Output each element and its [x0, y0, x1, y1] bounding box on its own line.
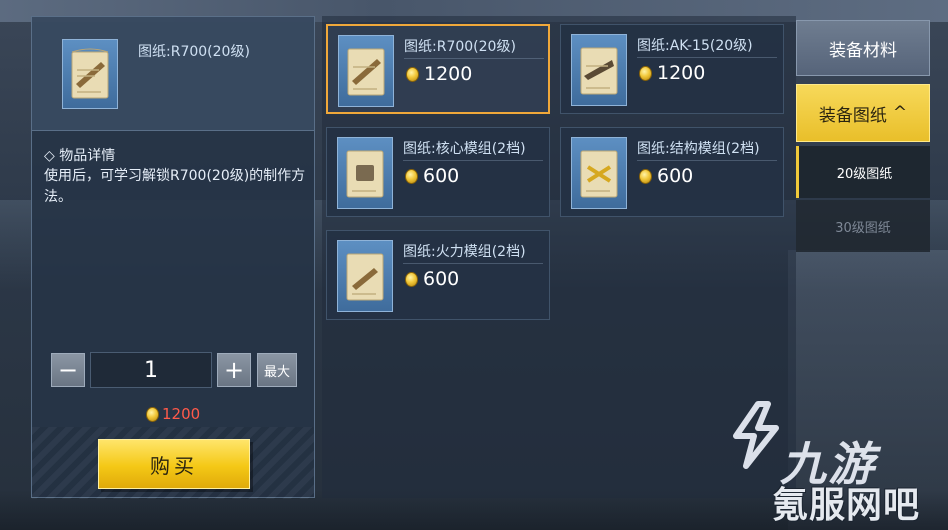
blueprint-scroll-icon [337, 240, 393, 312]
shop-item-card[interactable]: 图纸:核心模组(2档) 600 [326, 127, 550, 217]
sub-tab-level-30[interactable]: 30级图纸 [796, 200, 930, 252]
total-cost-value: 1200 [162, 405, 201, 423]
shop-item-card[interactable]: 图纸:AK-15(20级) 1200 [560, 24, 784, 114]
tab-equipment-materials[interactable]: 装备材料 [796, 20, 930, 76]
item-detail-header: 图纸:R700(20级) [32, 17, 314, 131]
gold-coin-icon [146, 406, 159, 422]
shop-item-price-value: 1200 [424, 63, 473, 85]
shop-item-name: 图纸:R700(20级) [404, 39, 516, 55]
quantity-field[interactable]: 1 [90, 352, 212, 388]
card-divider [637, 57, 777, 58]
shop-item-price-value: 600 [423, 165, 460, 187]
buy-button[interactable]: 购买 [98, 439, 250, 489]
shop-item-price: 1200 [639, 62, 705, 84]
card-divider [404, 58, 544, 59]
shop-item-price-value: 600 [657, 165, 694, 187]
shop-item-name: 图纸:AK-15(20级) [637, 38, 753, 54]
blueprint-scroll-icon [571, 137, 627, 209]
blueprint-shop-grid: 图纸:R700(20级) 1200 图纸:AK-15(20级) 1200 图纸:… [322, 16, 796, 498]
shop-item-card[interactable]: 图纸:结构模组(2档) 600 [560, 127, 784, 217]
category-tabs: 装备材料 装备图纸 ^ 20级图纸 30级图纸 [796, 16, 932, 256]
shop-item-price: 600 [405, 165, 459, 187]
shop-item-name: 图纸:结构模组(2档) [637, 141, 760, 157]
item-title: 图纸:R700(20级) [138, 44, 250, 60]
item-description: 使用后，可学习解锁R700(20级)的制作方法。 [44, 168, 306, 205]
item-detail-panel: 图纸:R700(20级) ◇ 物品详情 使用后，可学习解锁R700(20级)的制… [31, 16, 315, 499]
blueprint-scroll-icon [62, 39, 118, 109]
shop-item-price: 1200 [406, 63, 472, 85]
chevron-up-icon: ^ [892, 103, 908, 123]
shop-item-price-value: 1200 [657, 62, 706, 84]
shop-item-card[interactable]: 图纸:火力模组(2档) 600 [326, 230, 550, 320]
tab-blueprints-label: 装备图纸 [818, 105, 887, 126]
quantity-max-button[interactable]: 最大 [257, 353, 297, 387]
quantity-increase-button[interactable]: + [217, 353, 251, 387]
gold-coin-icon [405, 168, 418, 184]
card-divider [403, 263, 543, 264]
card-divider [637, 160, 777, 161]
tab-equipment-blueprints[interactable]: 装备图纸 ^ [796, 84, 930, 142]
shop-item-price: 600 [405, 268, 459, 290]
shop-item-card[interactable]: 图纸:R700(20级) 1200 [326, 24, 550, 114]
watermark-site: 氪服网吧 [772, 485, 921, 526]
watermark-logo-icon [733, 401, 779, 469]
item-details-label: ◇ 物品详情 [44, 148, 116, 164]
shop-item-name: 图纸:核心模组(2档) [403, 141, 526, 157]
card-divider [403, 160, 543, 161]
blueprint-scroll-icon [338, 35, 394, 107]
gold-coin-icon [639, 65, 652, 81]
gold-coin-icon [639, 168, 652, 184]
blueprint-scroll-icon [571, 34, 627, 106]
shop-item-price-value: 600 [423, 268, 460, 290]
sub-tab-level-20[interactable]: 20级图纸 [796, 146, 930, 198]
shop-item-name: 图纸:火力模组(2档) [403, 244, 526, 260]
shop-item-price: 600 [639, 165, 693, 187]
quantity-decrease-button[interactable]: − [51, 353, 85, 387]
blueprint-scroll-icon [337, 137, 393, 209]
gold-coin-icon [406, 66, 419, 82]
total-cost: 1200 [146, 405, 200, 423]
watermark: 九游 氪服网吧 [728, 400, 938, 526]
gold-coin-icon [405, 271, 418, 287]
